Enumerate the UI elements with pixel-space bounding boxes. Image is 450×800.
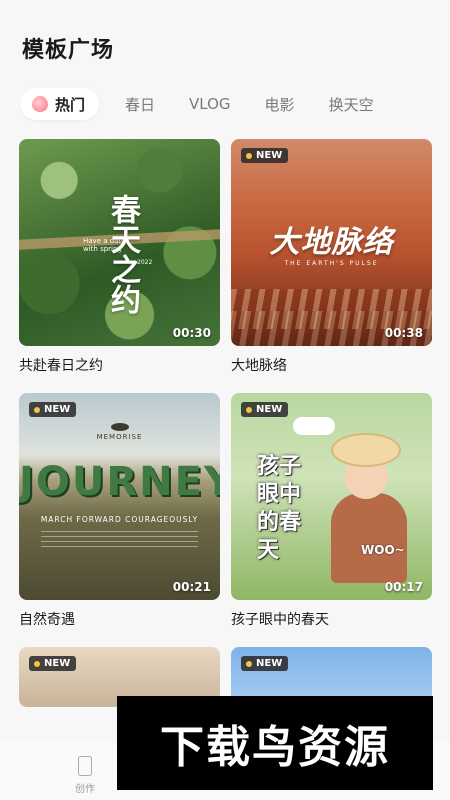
- duration-label: 00:38: [384, 326, 423, 340]
- duration-label: 00:17: [384, 580, 423, 594]
- category-tabs: 热门 春日 VLOG 电影 换天空: [20, 88, 408, 120]
- badge-label: NEW: [256, 404, 283, 415]
- dot-icon: [246, 406, 252, 413]
- duration-label: 00:21: [172, 580, 211, 594]
- template-thumbnail[interactable]: NEW 大地脉络 THE EARTH'S PULSE 00:38: [231, 139, 432, 346]
- tab-label: 热门: [55, 95, 86, 114]
- overlay-title-text: 孩子眼中的春天: [257, 454, 302, 563]
- overlay-title: 大地脉络: [269, 225, 394, 260]
- child-figure: [331, 493, 407, 583]
- template-caption: 孩子眼中的春天: [231, 612, 329, 628]
- tab-movie[interactable]: 电影: [265, 94, 295, 115]
- new-badge: NEW: [241, 402, 289, 417]
- badge-label: NEW: [44, 404, 71, 415]
- overlay-title: 春天之约: [105, 194, 140, 314]
- template-card[interactable]: NEW 大地脉络 THE EARTH'S PULSE 00:38 大地脉络: [231, 139, 432, 375]
- template-caption: 共赴春日之约: [19, 358, 103, 374]
- badge-label: NEW: [256, 150, 283, 161]
- template-caption: 自然奇遇: [19, 612, 75, 628]
- fine-print-lines: [41, 531, 198, 549]
- template-thumbnail[interactable]: NEW 孩子眼中的春天 WOO~ 00:17: [231, 393, 432, 600]
- page-title: 模板广场: [22, 38, 115, 63]
- overlay-small-text: MARCH FORWARD COURAGEOUSLY: [40, 515, 199, 524]
- badge-label: NEW: [256, 658, 283, 669]
- overlay-title: JOURNEY: [19, 459, 220, 505]
- dot-icon: [246, 152, 252, 159]
- template-thumbnail[interactable]: NEW MEMORISE JOURNEY MARCH FORWARD COURA…: [19, 393, 220, 600]
- overlay-logo: MEMORISE: [96, 433, 143, 441]
- peach-icon: [32, 96, 48, 112]
- template-card[interactable]: Have a date with spring 春天之约 2022 00:30 …: [19, 139, 220, 375]
- phone-icon: [78, 756, 92, 776]
- dot-icon: [34, 660, 40, 667]
- cloud-icon: [293, 417, 335, 435]
- new-badge: NEW: [241, 148, 289, 163]
- watermark-banner: 下载鸟资源: [117, 696, 433, 790]
- hat-shape: [331, 433, 401, 467]
- overlay-title: 孩子眼中的春天: [257, 453, 321, 565]
- duration-label: 00:30: [172, 326, 211, 340]
- dot-icon: [246, 660, 252, 667]
- new-badge: NEW: [241, 656, 289, 671]
- nav-label: 创作: [75, 784, 95, 795]
- tab-hot[interactable]: 热门: [20, 88, 100, 120]
- badge-label: NEW: [44, 658, 71, 669]
- new-badge: NEW: [29, 656, 77, 671]
- template-thumbnail[interactable]: Have a date with spring 春天之约 2022 00:30: [19, 139, 220, 346]
- tab-vlog[interactable]: VLOG: [189, 95, 231, 113]
- overlay-small-text: THE EARTH'S PULSE: [284, 260, 379, 267]
- overlay-year: 2022: [137, 259, 153, 266]
- tab-sky[interactable]: 换天空: [329, 94, 374, 115]
- nav-create[interactable]: 创作: [55, 756, 115, 795]
- tab-spring[interactable]: 春日: [125, 94, 155, 115]
- template-card[interactable]: NEW 孩子眼中的春天 WOO~ 00:17 孩子眼中的春天: [231, 393, 432, 629]
- template-card[interactable]: NEW MEMORISE JOURNEY MARCH FORWARD COURA…: [19, 393, 220, 629]
- new-badge: NEW: [29, 402, 77, 417]
- overlay-small-text: WOO~: [361, 543, 405, 557]
- template-caption: 大地脉络: [231, 358, 287, 374]
- dot-icon: [34, 406, 40, 413]
- fish-icon: [111, 423, 129, 431]
